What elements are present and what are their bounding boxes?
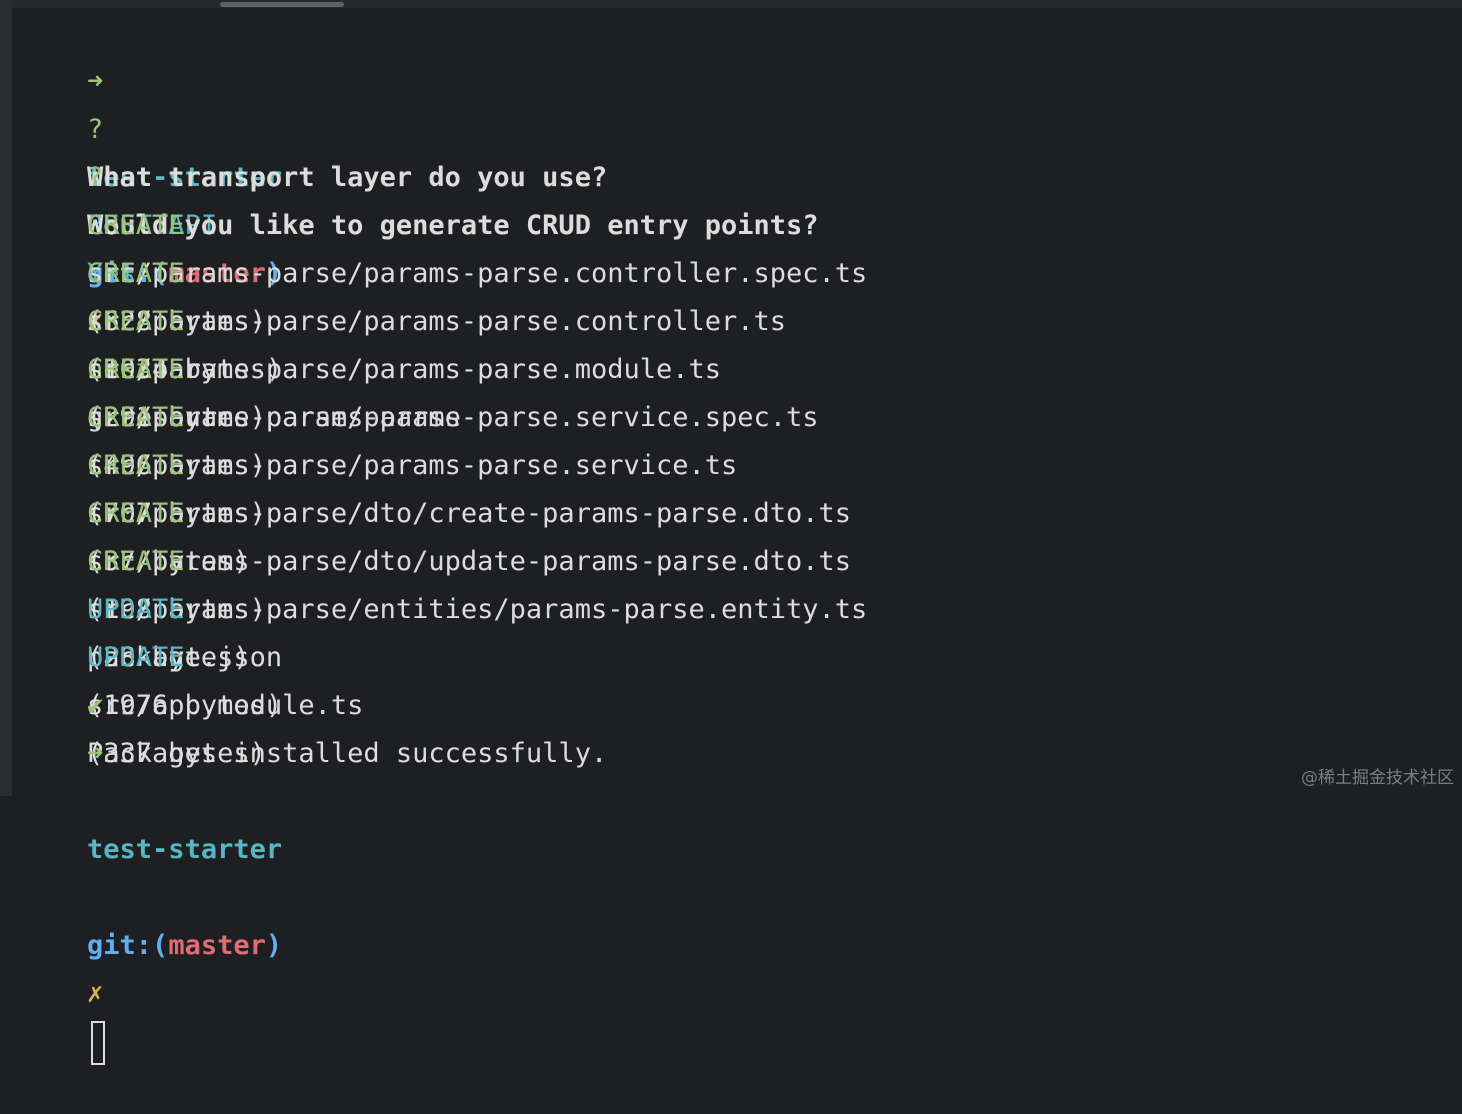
file-op-action: CREATE <box>87 210 185 241</box>
question-marker: ? <box>87 114 104 145</box>
terminal-output[interactable]: ➜ test-starter git:(master) ✗ nest g res… <box>22 10 1442 1065</box>
git-label-close: ) <box>265 930 283 961</box>
file-op-path: src/params-parse/dto/create-params-parse… <box>87 498 852 529</box>
git-branch: master <box>168 930 266 961</box>
file-op-path: src/params-parse/params-parse.controller… <box>87 306 787 337</box>
question-marker: ? <box>87 162 104 193</box>
file-op-action: CREATE <box>87 354 185 385</box>
file-op-action: CREATE <box>87 258 185 289</box>
file-op-path: src/params-parse/params-parse.service.sp… <box>87 402 819 433</box>
file-op-action: CREATE <box>87 306 185 337</box>
file-op-path: src/params-parse/dto/update-params-parse… <box>87 546 852 577</box>
checkmark-icon: ✔ <box>87 690 104 721</box>
horizontal-scrollbar-thumb[interactable] <box>220 2 344 7</box>
file-op-path: src/app.module.ts <box>87 690 364 721</box>
file-op-action: UPDATE <box>87 642 185 673</box>
left-window-edge <box>0 0 12 796</box>
file-op-action: CREATE <box>87 402 185 433</box>
dirty-mark-icon: ✗ <box>87 978 104 1009</box>
file-op-action: CREATE <box>87 450 185 481</box>
question-line-crud: ? Would you like to generate CRUD entry … <box>22 106 1442 289</box>
question-text: Would you like to generate CRUD entry po… <box>87 210 819 241</box>
file-op-action: CREATE <box>87 498 185 529</box>
success-text: Packages installed successfully. <box>87 738 608 769</box>
prompt-arrow-icon: ➜ <box>87 66 104 97</box>
file-op-action: UPDATE <box>87 594 185 625</box>
text-cursor[interactable] <box>91 1020 106 1065</box>
prompt-directory: test-starter <box>87 834 283 865</box>
top-scroll-track[interactable] <box>12 0 1462 8</box>
git-label: git:( <box>87 930 169 961</box>
file-op-path: src/params-parse/entities/params-parse.e… <box>87 594 868 625</box>
file-op-action: CREATE <box>87 546 185 577</box>
prompt-arrow-icon: ➜ <box>87 738 104 769</box>
question-text: What transport layer do you use? <box>87 162 608 193</box>
watermark: @稀土掘金技术社区 <box>1301 768 1454 788</box>
question-line-transport: ? What transport layer do you use? REST … <box>22 58 1442 241</box>
prompt-line-command: ➜ test-starter git:(master) ✗ nest g res… <box>22 10 1442 433</box>
file-op-path: src/params-parse/params-parse.controller… <box>87 258 868 289</box>
